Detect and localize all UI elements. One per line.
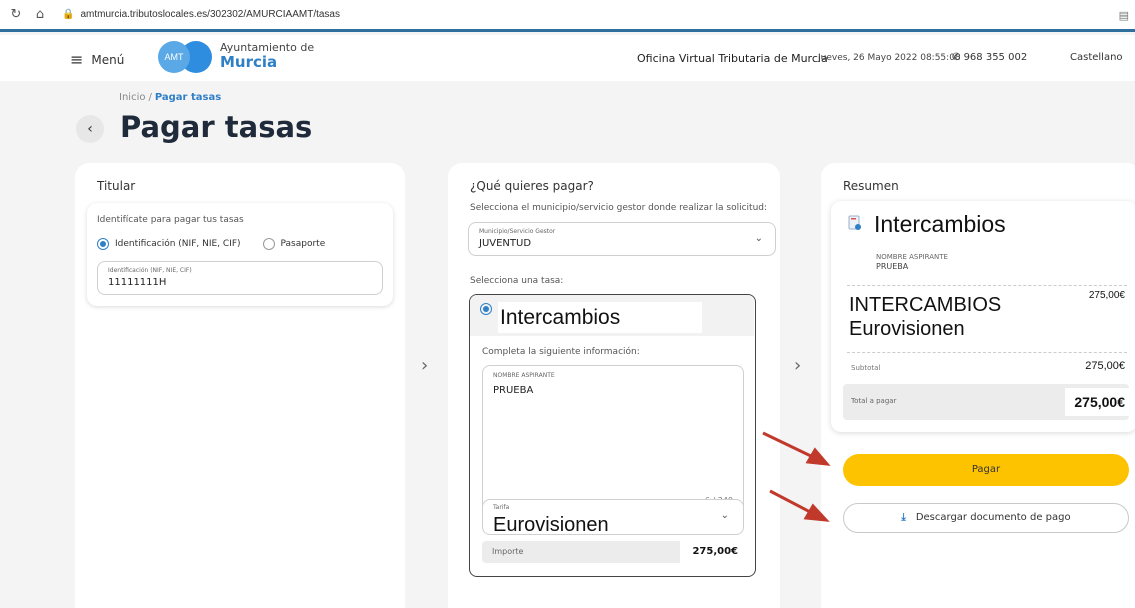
menu-label: Menú: [91, 52, 125, 67]
tasa-option-card[interactable]: Intercambios Completa la siguiente infor…: [469, 294, 756, 577]
header-date: Jueves, 26 Mayo 2022 08:55:08: [818, 53, 961, 63]
phone-icon: ✆: [952, 52, 964, 63]
municipio-value[interactable]: JUVENTUD: [479, 238, 531, 249]
hamburger-icon: ≡: [70, 50, 84, 69]
phone-link[interactable]: ✆ 968 355 002: [952, 52, 1027, 63]
resumen-desc-line1: INTERCAMBIOS: [849, 294, 1002, 316]
tarifa-select[interactable]: Tarifa Eurovisionen ⌄: [482, 499, 744, 537]
home-icon[interactable]: ⌂: [32, 7, 48, 22]
tasa-prompt: Selecciona una tasa:: [470, 276, 564, 286]
resumen-panel: Resumen Intercambios NOMBRE ASPIRANTE PR…: [821, 163, 1135, 608]
tarifa-value[interactable]: Eurovisionen: [493, 514, 609, 537]
resumen-desc-line2: Eurovisionen: [849, 318, 965, 340]
nombre-aspirante-textarea[interactable]: NOMBRE ASPIRANTE PRUEBA 6 / 240: [482, 365, 744, 514]
que-pagar-heading: ¿Qué quieres pagar?: [470, 179, 594, 193]
breadcrumb-current: Pagar tasas: [154, 92, 222, 103]
step-chevron-icon: ›: [421, 355, 429, 376]
language-selector[interactable]: Castellano: [1070, 52, 1123, 63]
tasa-radio[interactable]: [480, 303, 492, 315]
importe-value: 275,00€: [680, 541, 744, 563]
resumen-aspirante-label: NOMBRE ASPIRANTE: [876, 253, 948, 261]
org-line2: Murcia: [220, 53, 278, 71]
municipio-hint: Selecciona el municipio/servicio gestor …: [470, 203, 768, 213]
resumen-heading: Resumen: [843, 179, 899, 193]
identification-field[interactable]: Identificación (NIF, NIE, CIF) 11111111H: [97, 261, 383, 295]
subtotal-label: Subtotal: [851, 364, 881, 372]
radio-identificacion-label[interactable]: Identificación (NIF, NIE, CIF): [115, 239, 241, 249]
radio-pasaporte-label[interactable]: Pasaporte: [281, 239, 326, 249]
logo[interactable]: AMT: [158, 41, 214, 73]
chevron-left-icon: ‹: [87, 121, 93, 137]
logo-amt: AMT: [158, 41, 190, 73]
nombre-aspirante-value[interactable]: PRUEBA: [493, 385, 533, 396]
menu-button[interactable]: ≡ Menú: [70, 50, 124, 69]
back-button[interactable]: ‹: [76, 115, 104, 143]
total-label: Total a pagar: [851, 397, 897, 405]
document-icon: [848, 215, 861, 230]
org-name[interactable]: Ayuntamiento de Murcia: [220, 41, 314, 71]
browser-toolbar: ↻ ⌂ 🔒 amtmurcia.tributoslocales.es/30230…: [0, 0, 1135, 32]
identification-field-label: Identificación (NIF, NIE, CIF): [108, 267, 192, 274]
extension-icon[interactable]: ▤: [1119, 9, 1129, 22]
radio-pasaporte[interactable]: [262, 238, 275, 250]
divider: [847, 352, 1127, 353]
download-payment-document-button[interactable]: ⤓ Descargar documento de pago: [843, 503, 1129, 533]
pay-button[interactable]: Pagar: [843, 454, 1129, 486]
importe-label: Importe: [492, 547, 524, 556]
page-title: Pagar tasas: [120, 110, 313, 144]
office-name: Oficina Virtual Tributaria de Murcia: [637, 52, 828, 65]
importe-row: Importe 275,00€: [482, 541, 744, 563]
tasa-option-header[interactable]: Intercambios: [470, 295, 754, 336]
subtotal-value: 275,00€: [1085, 360, 1125, 372]
municipio-select[interactable]: Municipio/Servicio Gestor JUVENTUD ⌄: [468, 222, 776, 256]
resumen-aspirante-value: PRUEBA: [876, 262, 909, 271]
chevron-down-icon[interactable]: ⌄: [755, 233, 763, 244]
identification-hint: Identifícate para pagar tus tasas: [97, 215, 244, 225]
download-button-label: Descargar documento de pago: [915, 512, 1071, 523]
chevron-down-icon[interactable]: ⌄: [721, 510, 729, 521]
breadcrumb-separator: /: [148, 92, 152, 103]
resumen-card: Intercambios NOMBRE ASPIRANTE PRUEBA INT…: [831, 201, 1135, 432]
total-row: Total a pagar 275,00€: [843, 384, 1129, 420]
identification-card: Identifícate para pagar tus tasas Identi…: [87, 203, 393, 306]
lock-icon: 🔒: [62, 9, 75, 20]
address-bar[interactable]: amtmurcia.tributoslocales.es/302302/AMUR…: [80, 9, 340, 20]
resumen-desc-amount: 275,00€: [1088, 290, 1125, 301]
breadcrumb-home[interactable]: Inicio: [119, 92, 145, 103]
identification-field-value[interactable]: 11111111H: [108, 277, 166, 288]
site-header: ≡ Menú AMT Ayuntamiento de Murcia Oficin…: [0, 35, 1135, 81]
step-chevron-icon: ›: [794, 355, 802, 376]
tarifa-label: Tarifa: [493, 504, 510, 511]
reload-icon[interactable]: ↻: [8, 7, 24, 22]
resumen-description: INTERCAMBIOS Eurovisionen: [849, 293, 1049, 341]
resumen-item-name: Intercambios: [874, 211, 1006, 237]
download-icon: ⤓: [901, 512, 906, 523]
id-type-options: Identificación (NIF, NIE, CIF) Pasaporte: [97, 238, 325, 250]
titular-heading: Titular: [97, 179, 136, 193]
breadcrumb: Inicio / Pagar tasas: [119, 92, 221, 103]
divider: [847, 285, 1127, 286]
radio-identificacion[interactable]: [97, 238, 109, 250]
nombre-aspirante-label: NOMBRE ASPIRANTE: [493, 372, 555, 379]
total-value: 275,00€: [1065, 388, 1129, 416]
complete-info-hint: Completa la siguiente información:: [482, 347, 640, 357]
phone-number: 968 355 002: [963, 52, 1028, 63]
que-pagar-panel: ¿Qué quieres pagar? Selecciona el munici…: [448, 163, 780, 608]
titular-panel: Titular Identifícate para pagar tus tasa…: [75, 163, 405, 608]
option-pasaporte[interactable]: Pasaporte: [262, 238, 326, 250]
tasa-name: Intercambios: [498, 302, 702, 333]
municipio-label: Municipio/Servicio Gestor: [479, 228, 556, 235]
